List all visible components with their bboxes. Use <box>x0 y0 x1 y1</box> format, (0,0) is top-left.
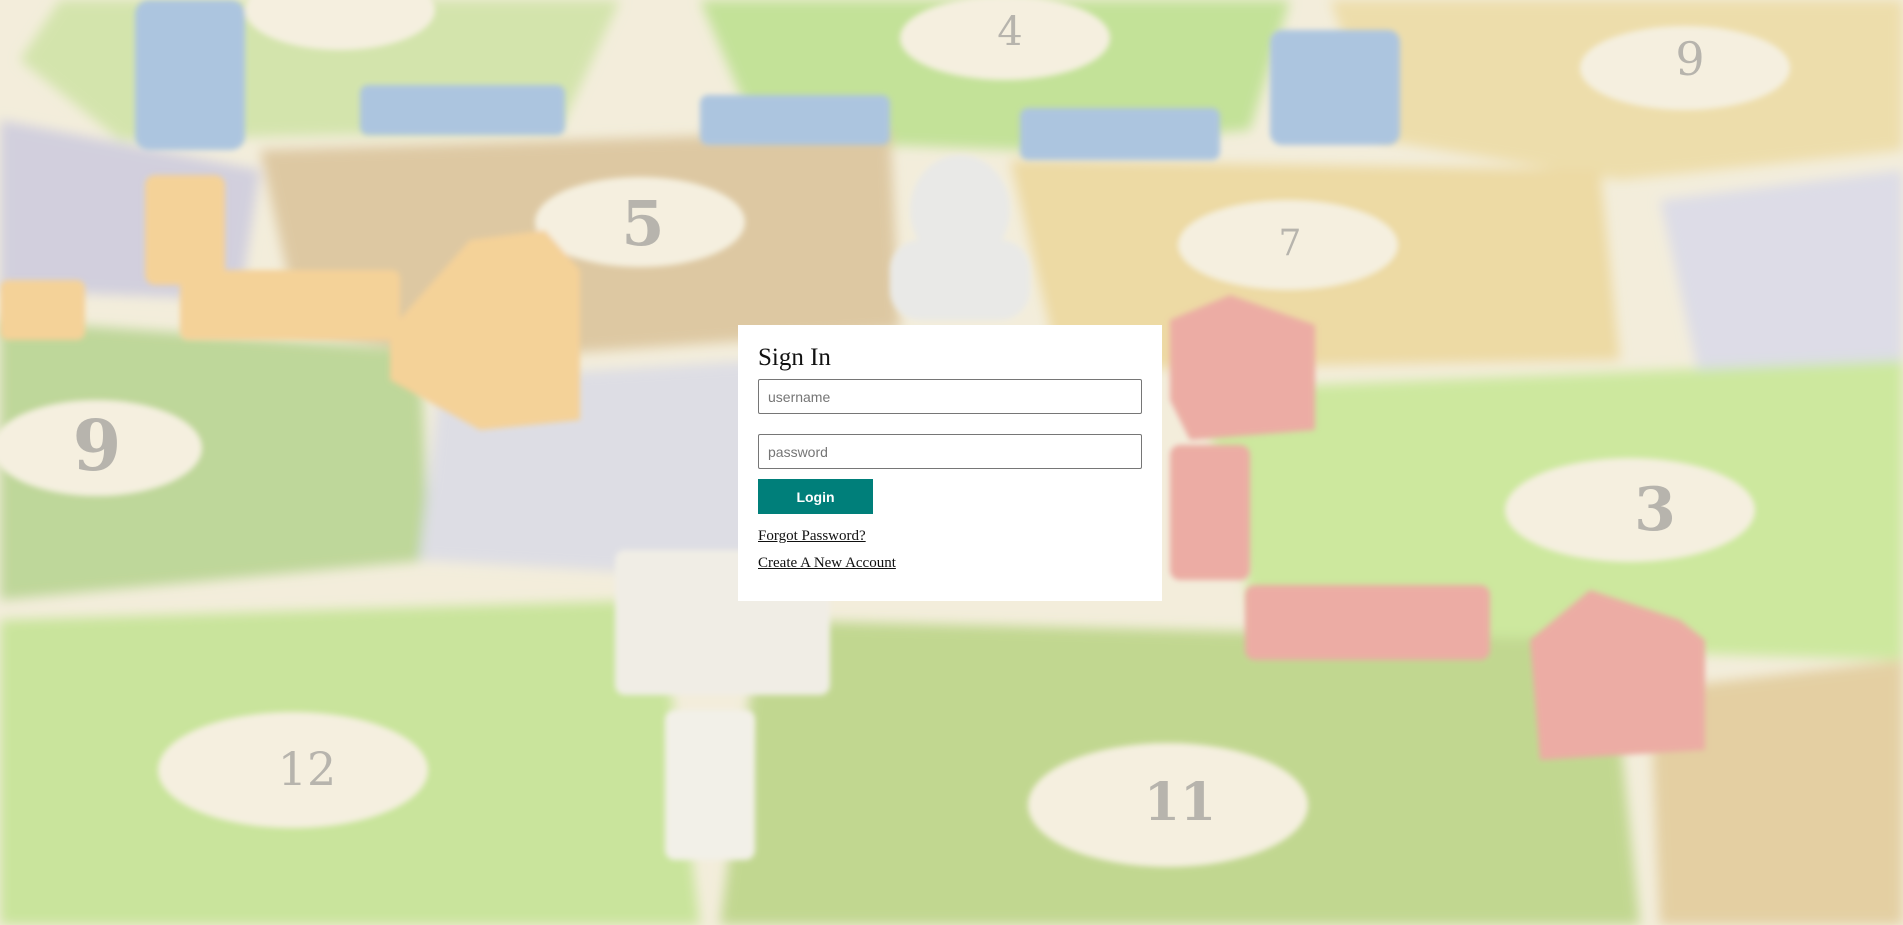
password-input[interactable] <box>758 434 1142 469</box>
signin-card: Sign In Login Forgot Password? Create A … <box>738 325 1162 601</box>
forgot-password-link[interactable]: Forgot Password? <box>758 527 1142 545</box>
create-account-link[interactable]: Create A New Account <box>758 554 1142 572</box>
username-input[interactable] <box>758 379 1142 414</box>
login-button[interactable]: Login <box>758 479 873 514</box>
signin-title: Sign In <box>758 344 831 371</box>
